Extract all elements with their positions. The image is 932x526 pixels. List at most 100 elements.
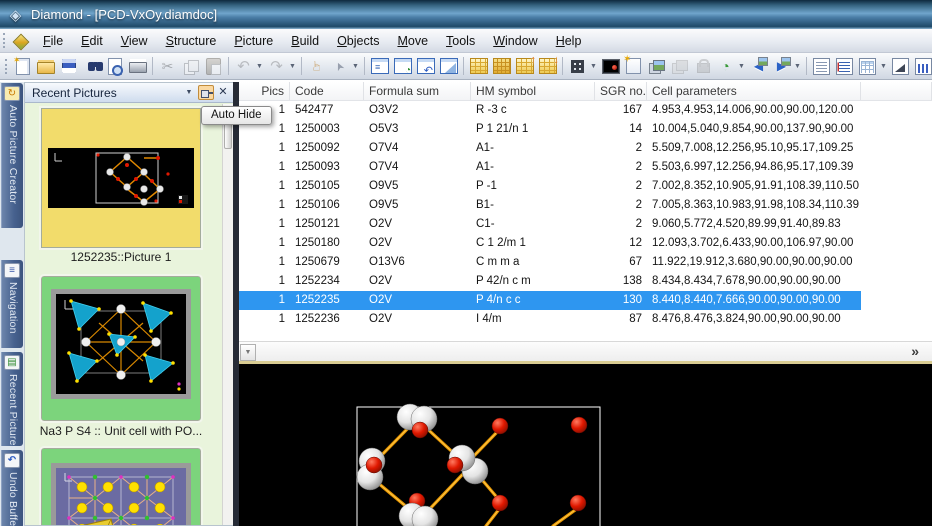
print-preview-icon[interactable]	[104, 56, 125, 77]
menu-file[interactable]: File	[34, 31, 72, 51]
menu-objects[interactable]: Objects	[328, 31, 388, 51]
table-row[interactable]: 11250093O7V4A1-25.503,6.997,12.256,94.86…	[239, 158, 932, 177]
redo-icon[interactable]	[266, 56, 287, 77]
table-row[interactable]: 1542477O3V2R -3 c1674.953,4.953,14.006,9…	[239, 101, 932, 120]
menu-window[interactable]: Window	[484, 31, 546, 51]
cell-code: 1250092	[290, 139, 364, 158]
menubar-grip[interactable]	[3, 33, 6, 48]
thumbnail-card-2[interactable]	[41, 276, 201, 421]
thumbnail-card-3[interactable]	[41, 448, 201, 526]
column-header-hm-symbol[interactable]: HM symbol	[471, 82, 595, 100]
toggle-tree-pane-icon[interactable]	[369, 56, 390, 77]
picture-screen-icon[interactable]	[600, 56, 621, 77]
cell-filler	[861, 291, 932, 310]
data-sheet-icon[interactable]	[857, 56, 878, 77]
print-icon[interactable]	[127, 56, 148, 77]
table-row[interactable]: 11250003O5V3P 1 21/n 11410.004,5.040,9.8…	[239, 120, 932, 139]
menu-build[interactable]: Build	[282, 31, 328, 51]
table-row[interactable]: 11250105O9V5P -127.002,8.352,10.905,91.9…	[239, 177, 932, 196]
cell-formula-sum: O2V	[364, 310, 471, 329]
toggle-undo-pane-icon[interactable]	[415, 56, 436, 77]
column-header-sgr-no-[interactable]: SGR no.	[595, 82, 647, 100]
thumbnail-card-1[interactable]	[41, 108, 201, 248]
picture-grid-icon[interactable]	[567, 56, 588, 77]
picture-gallery-icon[interactable]	[669, 56, 690, 77]
toggle-creator-pane-icon[interactable]	[392, 56, 413, 77]
table-row[interactable]: 11252236O2VI 4/m878.476,8.476,3.824,90.0…	[239, 310, 932, 329]
table-import-icon[interactable]	[514, 56, 535, 77]
column-header-pics[interactable]: Pics	[239, 82, 290, 100]
panel-menu-button[interactable]: ▼	[181, 85, 197, 100]
data-table-icon[interactable]	[468, 56, 489, 77]
table-row[interactable]: 11252235O2VP 4/n c c1308.440,8.440,7.666…	[239, 291, 932, 310]
copy-picture-icon[interactable]	[646, 56, 667, 77]
picture-grid-dropdown[interactable]: ▼	[589, 63, 598, 70]
chevron-down-icon: ▼	[186, 89, 193, 96]
undo-dropdown[interactable]: ▼	[255, 63, 264, 70]
menu-picture[interactable]: Picture	[225, 31, 282, 51]
undo-icon[interactable]	[233, 56, 254, 77]
copy-icon[interactable]	[180, 56, 201, 77]
powder-pattern-icon[interactable]	[913, 56, 932, 77]
menu-tools[interactable]: Tools	[437, 31, 484, 51]
table-row[interactable]: 11252234O2VP 42/n c m1388.434,8.434,7.67…	[239, 272, 932, 291]
cell-filler	[861, 253, 932, 272]
find-icon[interactable]	[81, 56, 102, 77]
legend-view-icon[interactable]	[834, 56, 855, 77]
cell-hm-symbol: A1-	[471, 158, 595, 177]
cut-icon[interactable]	[157, 56, 178, 77]
panel-scrollbar[interactable]: ▲	[222, 104, 233, 526]
properties-view-icon[interactable]	[811, 56, 832, 77]
cell-formula-sum: O9V5	[364, 196, 471, 215]
next-picture-icon[interactable]	[771, 56, 792, 77]
table-row[interactable]: 11250121O2VC1-29.060,5.772,4.520,89.99,9…	[239, 215, 932, 234]
table-row[interactable]: 11250106O9V5B1-27.005,8.363,10.983,91.98…	[239, 196, 932, 215]
menu-edit[interactable]: Edit	[72, 31, 112, 51]
toggle-split-pane-icon[interactable]	[438, 56, 459, 77]
menu-structure[interactable]: Structure	[157, 31, 226, 51]
table-row[interactable]: 11250092O7V4A1-25.509,7.008,12.256,95.10…	[239, 139, 932, 158]
structure-picture-view[interactable]	[239, 364, 932, 526]
auto-picture-creator-dropdown[interactable]: ▼	[737, 63, 746, 70]
new-document-icon[interactable]	[12, 56, 33, 77]
auto-hide-pin-button[interactable]	[198, 85, 214, 100]
cell-filler	[861, 196, 932, 215]
window-title: Diamond - [PCD-VxOy.diamdoc]	[31, 7, 217, 22]
next-picture-dropdown[interactable]: ▼	[793, 63, 802, 70]
select-mode-icon[interactable]	[329, 56, 350, 77]
column-header-formula-sum[interactable]: Formula sum	[364, 82, 471, 100]
sidebar-tab-undo-buffer[interactable]: ↶Undo Buffer	[1, 450, 23, 526]
paste-icon[interactable]	[203, 56, 224, 77]
column-header-cell-parameters[interactable]: Cell parameters	[647, 82, 861, 100]
redo-dropdown[interactable]: ▼	[288, 63, 297, 70]
distances-plot-icon[interactable]	[890, 56, 911, 77]
sidebar-tab-auto-picture-creator[interactable]: ↻Auto Picture Creator	[1, 83, 23, 228]
cell-filler	[861, 158, 932, 177]
table-row[interactable]: 11250180O2VC 1 2/m 11212.093,3.702,6.433…	[239, 234, 932, 253]
data-cells-icon[interactable]	[491, 56, 512, 77]
select-mode-dropdown[interactable]: ▼	[351, 63, 360, 70]
sidebar-tab-navigation[interactable]: ≡Navigation	[1, 260, 23, 348]
new-picture-icon[interactable]	[623, 56, 644, 77]
cell-formula-sum: O2V	[364, 234, 471, 253]
column-header-code[interactable]: Code	[290, 82, 364, 100]
toolbar-grip[interactable]	[5, 59, 7, 74]
menu-help[interactable]: Help	[547, 31, 591, 51]
document-icon[interactable]	[12, 33, 28, 49]
sidebar-tab-recent-pictures[interactable]: ▤Recent Pictures	[1, 352, 23, 446]
lock-picture-icon[interactable]	[692, 56, 713, 77]
save-icon[interactable]	[58, 56, 79, 77]
auto-picture-creator-icon[interactable]	[715, 56, 736, 77]
table-row[interactable]: 11250679O13V6C m m a6711.922,19.912,3.68…	[239, 253, 932, 272]
cell-sgr-no-: 2	[595, 158, 647, 177]
menu-view[interactable]: View	[112, 31, 157, 51]
previous-picture-icon[interactable]	[748, 56, 769, 77]
more-buttons-chevron[interactable]: »	[911, 343, 919, 359]
open-icon[interactable]	[35, 56, 56, 77]
data-sheet-dropdown[interactable]: ▼	[879, 63, 888, 70]
menu-move[interactable]: Move	[388, 31, 437, 51]
table-export-icon[interactable]	[537, 56, 558, 77]
panel-close-button[interactable]: ✕	[215, 85, 231, 100]
view-options-button[interactable]: ▼	[240, 344, 256, 361]
pan-mode-icon[interactable]	[306, 56, 327, 77]
